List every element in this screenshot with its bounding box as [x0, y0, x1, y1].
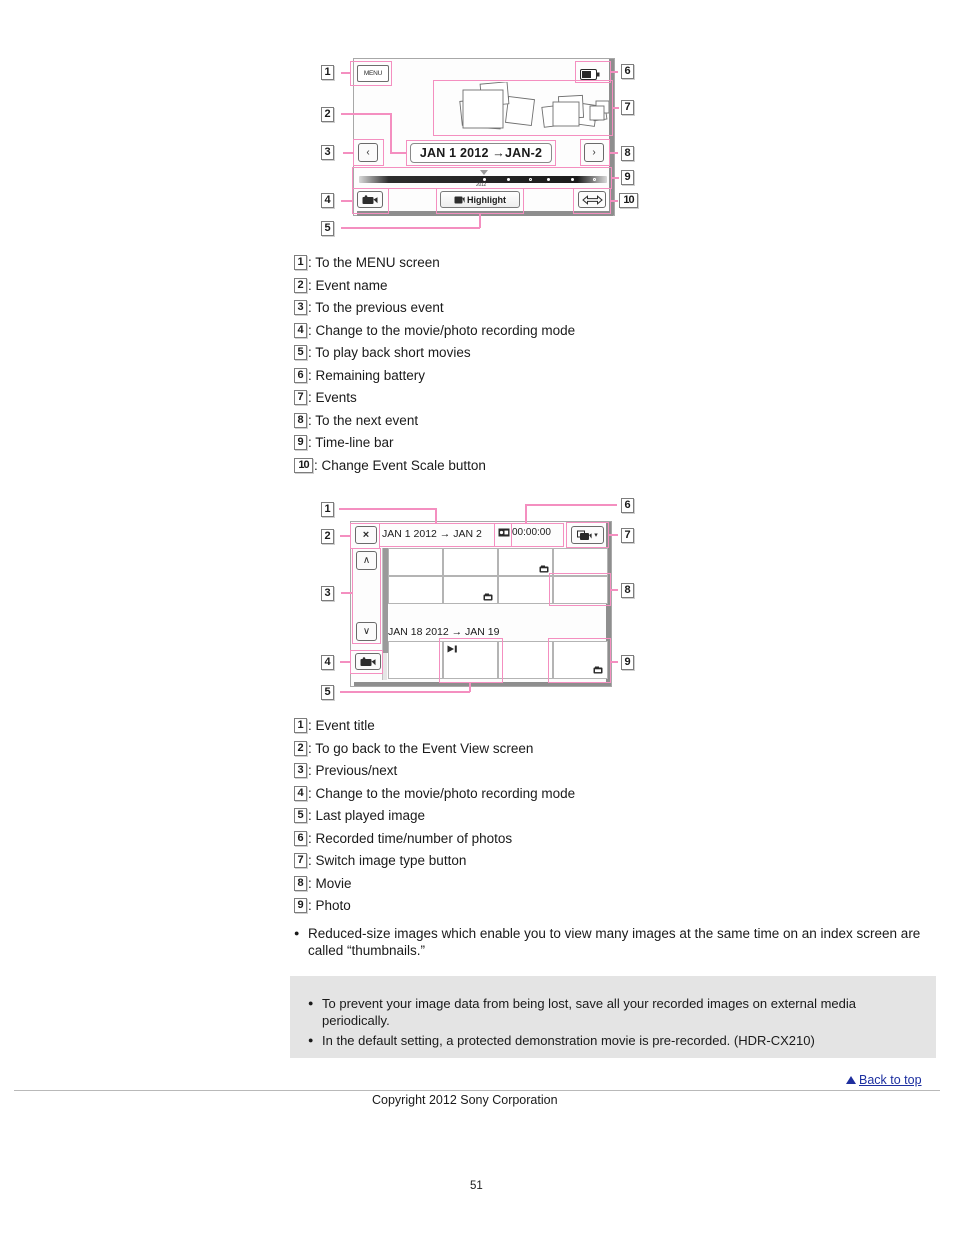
callout2-3: 3 — [321, 585, 334, 603]
legend-number: 9 — [294, 898, 307, 913]
callout-label: 1 — [321, 502, 334, 518]
legend-number: 8 — [294, 875, 307, 891]
second-event-title: JAN 18 2012 → JAN 19 — [388, 626, 499, 638]
callout-label: 6 — [621, 498, 634, 514]
callout-label: 5 — [321, 685, 334, 701]
legend-number: 7 — [294, 853, 307, 868]
annot2-leader-4 — [340, 661, 351, 663]
callout-label: 9 — [621, 655, 634, 671]
back-to-top-label: Back to top — [859, 1073, 922, 1087]
list-item: 4 : Change to the movie/photo recording … — [294, 785, 934, 802]
photo-icon — [483, 593, 493, 601]
annot2-leader-2 — [340, 535, 351, 537]
callout-label: 2 — [321, 529, 334, 545]
thumbnail-note-text: Reduced-size images which enable you to … — [308, 926, 921, 958]
bullet-marker: ● — [308, 1035, 314, 1045]
callout2-6: 6 — [621, 497, 634, 515]
legend-text: : To go back to the Event View screen — [308, 740, 534, 756]
callout2-5: 5 — [321, 684, 334, 702]
thumbnail-cell[interactable] — [498, 548, 553, 576]
callout2-8: 8 — [621, 582, 634, 600]
legend-text: : Previous/next — [308, 763, 398, 778]
list-item: 9 : Photo — [294, 898, 934, 914]
footer-divider — [14, 1090, 940, 1091]
annot2-leader-3 — [341, 592, 353, 594]
manual-page: MENU ‹ › JAN 1 2012 →JAN-2 2012 Highligh… — [0, 0, 954, 1235]
legend-text: : Last played image — [308, 808, 426, 823]
annot2-leader-1a — [435, 508, 437, 524]
bullet-marker: ● — [294, 928, 300, 938]
callout2-7: 7 — [621, 527, 634, 545]
legend-number: 5 — [294, 808, 307, 823]
annot2-box-3 — [352, 548, 381, 644]
list-item: 1 : Event title — [294, 718, 934, 734]
thumbnail-cell[interactable] — [498, 641, 553, 679]
annot2-leader-1b — [339, 508, 436, 510]
thumbnail-cell[interactable] — [553, 548, 608, 576]
copyright-text: Copyright 2012 Sony Corporation — [372, 1093, 558, 1107]
note-item: ● In the default setting, a protected de… — [308, 1032, 922, 1049]
annot2-leader-6a — [525, 504, 527, 524]
bullet-marker: ● — [308, 998, 314, 1008]
photo-icon — [539, 565, 549, 573]
callout2-2: 2 — [321, 528, 334, 546]
thumbnail-note: ● Reduced-size images which enable you t… — [294, 925, 934, 959]
legend-number: 4 — [294, 785, 307, 801]
legend-text: : Event title — [308, 718, 375, 733]
annot2-leader-7 — [608, 534, 618, 536]
callout-label: 3 — [321, 586, 334, 602]
annot2-leader-8 — [610, 589, 618, 591]
thumbnail-cell[interactable] — [443, 576, 498, 604]
thumbnail-cell[interactable] — [388, 548, 443, 576]
thumbnail-cell[interactable] — [388, 641, 443, 679]
legend-text: : Movie — [308, 875, 352, 891]
annot2-box-6 — [494, 523, 564, 547]
up-triangle-icon — [846, 1076, 856, 1084]
callout-label: 7 — [621, 528, 634, 544]
note-text: In the default setting, a protected demo… — [322, 1033, 815, 1048]
list-item: 2 : To go back to the Event View screen — [294, 740, 934, 757]
callout2-1: 1 — [321, 501, 334, 519]
legend-number: 2 — [294, 740, 307, 756]
annot2-box-5 — [439, 638, 503, 683]
legend-number: 3 — [294, 763, 307, 778]
callout-label: 4 — [321, 655, 334, 671]
note-item: ● To prevent your image data from being … — [308, 995, 922, 1029]
list-item: 3 : Previous/next — [294, 763, 934, 779]
legend-number: 1 — [294, 718, 307, 733]
notes-panel: ● To prevent your image data from being … — [290, 976, 936, 1058]
legend-number: 6 — [294, 830, 307, 846]
callout-label: 8 — [621, 583, 634, 599]
list-item: 5 : Last played image — [294, 808, 934, 824]
annot2-box-1 — [379, 523, 512, 547]
annot2-box-4 — [350, 650, 383, 674]
annot2-leader-5b — [340, 691, 470, 693]
thumbnail-cell[interactable] — [498, 576, 553, 604]
list-item: 7 : Switch image type button — [294, 853, 934, 869]
annot2-box-9 — [548, 638, 611, 683]
note-text: To prevent your image data from being lo… — [322, 996, 857, 1028]
annot2-leader-6b — [525, 504, 617, 506]
list-item: 8 : Movie — [294, 875, 934, 892]
annot2-box-7 — [566, 522, 609, 548]
figure2-legend-list: 1 : Event title 2 : To go back to the Ev… — [294, 718, 934, 959]
annot2-leader-9 — [610, 661, 618, 663]
legend-text: : Recorded time/number of photos — [308, 830, 513, 846]
annot2-box-2 — [350, 523, 380, 549]
thumbnail-cell[interactable] — [388, 576, 443, 604]
legend-text: : Switch image type button — [308, 853, 467, 868]
back-to-top-link[interactable]: Back to top — [846, 1073, 922, 1087]
callout2-4: 4 — [321, 654, 334, 672]
list-item: 6 : Recorded time/number of photos — [294, 830, 934, 847]
callout2-9: 9 — [621, 654, 634, 672]
thumbnail-cell[interactable] — [443, 548, 498, 576]
second-event-title-label: JAN 18 2012 → JAN 19 — [388, 626, 500, 638]
page-number: 51 — [470, 1180, 483, 1192]
legend-text: : Change to the movie/photo recording mo… — [308, 785, 576, 801]
legend-text: : Photo — [308, 898, 351, 913]
annot2-box-8 — [549, 573, 611, 606]
